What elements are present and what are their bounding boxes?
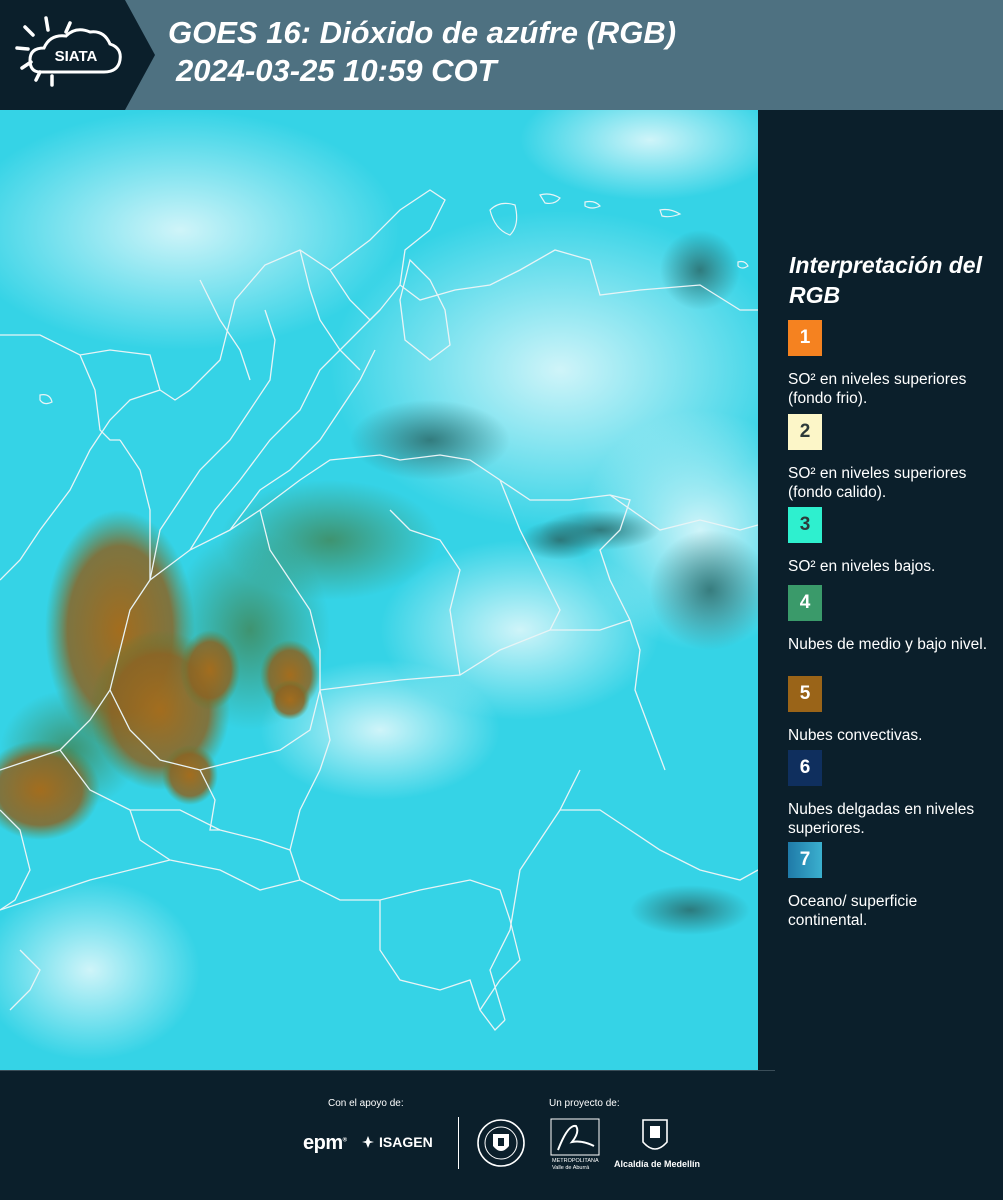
title-line-1: GOES 16: Dióxido de azúfre (RGB) — [168, 15, 677, 50]
rgb-legend: Interpretación del RGB 1 SO² en niveles … — [760, 110, 1003, 1070]
footer-divider-line — [0, 1070, 775, 1071]
area-metropolitana-caption: METROPOLITANA Valle de Aburrá — [552, 1158, 599, 1172]
project-label: Un proyecto de: — [549, 1098, 620, 1109]
legend-number-3: 3 — [799, 514, 811, 535]
isagen-logo: ISAGEN — [361, 1134, 433, 1150]
legend-swatch-3: 3 — [788, 507, 822, 543]
legend-item-2: 2 SO² en niveles superiores (fondo calid… — [788, 414, 1000, 502]
area-caption-line-1: METROPOLITANA — [552, 1158, 599, 1164]
epm-logo-text: epm — [303, 1132, 343, 1154]
legend-title: Interpretación del RGB — [789, 252, 982, 308]
legend-label-7: Oceano/ superficie continental. — [788, 893, 918, 929]
legend-number-4: 4 — [799, 592, 811, 613]
legend-swatch-7: 7 — [788, 842, 822, 878]
header-band: SIATA GOES 16: Dióxido de azúfre (RGB) 2… — [0, 0, 1003, 110]
footer: Con el apoyo de: Un proyecto de: epm® IS… — [0, 1070, 1003, 1200]
page-title: GOES 16: Dióxido de azúfre (RGB) 2024-03… — [168, 14, 676, 90]
siata-logo: SIATA — [0, 0, 155, 110]
title-line-2: 2024-03-25 10:59 COT — [176, 53, 497, 88]
legend-label-2: SO² en niveles superiores (fondo calido)… — [788, 465, 967, 501]
legend-label-4: Nubes de medio y bajo nivel. — [788, 636, 988, 653]
legend-number-1: 1 — [799, 327, 811, 348]
legend-swatch-4: 4 — [788, 585, 822, 621]
support-label: Con el apoyo de: — [328, 1098, 404, 1109]
legend-swatch-5: 5 — [788, 676, 822, 712]
legend-swatch-6: 6 — [788, 750, 822, 786]
alcaldia-logo: Alcaldía de Medellín — [614, 1118, 704, 1169]
epm-logo: epm® — [303, 1132, 347, 1154]
alcaldia-shield-icon — [642, 1119, 668, 1150]
legend-number-6: 6 — [799, 757, 811, 778]
legend-number-5: 5 — [799, 683, 811, 704]
area-caption-line-2: Valle de Aburrá — [552, 1165, 590, 1171]
legend-item-6: 6 Nubes delgadas en niveles superiores. — [788, 750, 1000, 838]
legend-item-3: 3 SO² en niveles bajos. — [788, 507, 1000, 595]
legend-swatch-2: 2 — [788, 414, 822, 450]
legend-number-7: 7 — [799, 849, 811, 870]
siata-logo-text: SIATA — [55, 48, 98, 65]
legend-label-6: Nubes delgadas en niveles superiores. — [788, 801, 975, 837]
isagen-mark-icon — [362, 1136, 374, 1148]
legend-item-7: 7 Oceano/ superficie continental. — [788, 842, 1000, 930]
footer-vertical-divider — [458, 1117, 459, 1169]
satellite-map[interactable] — [0, 110, 758, 1070]
legend-label-1: SO² en niveles superiores (fondo frio). — [788, 371, 967, 407]
legend-number-2: 2 — [799, 421, 811, 442]
alcaldia-caption: Alcaldía de Medellín — [614, 1159, 701, 1169]
legend-item-1: 1 SO² en niveles superiores (fondo frio)… — [788, 320, 1000, 408]
legend-item-4: 4 Nubes de medio y bajo nivel. — [788, 585, 1000, 673]
isagen-logo-text: ISAGEN — [379, 1134, 433, 1150]
legend-swatch-1: 1 — [788, 320, 822, 356]
medellin-seal-icon — [476, 1118, 526, 1173]
